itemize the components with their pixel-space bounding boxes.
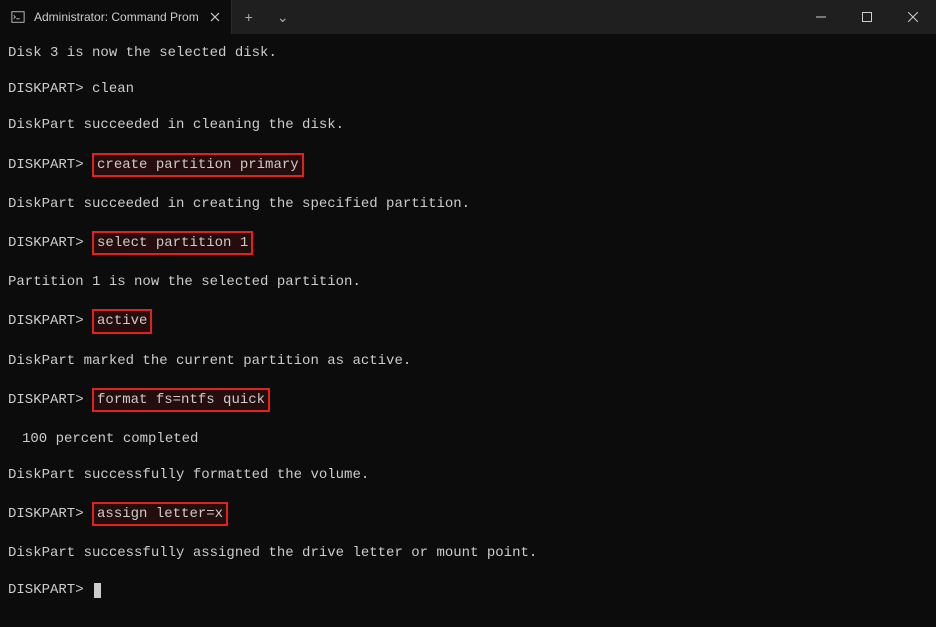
- highlighted-command: create partition primary: [92, 153, 304, 177]
- output-line: DiskPart successfully formatted the volu…: [8, 466, 928, 484]
- output-line: DiskPart successfully assigned the drive…: [8, 544, 928, 562]
- prompt: DISKPART>: [8, 235, 84, 251]
- output-line: Partition 1 is now the selected partitio…: [8, 273, 928, 291]
- tab-dropdown-button[interactable]: ⌄: [266, 0, 300, 34]
- prompt: DISKPART>: [8, 313, 84, 329]
- prompt-line: DISKPART> assign letter=x: [8, 502, 928, 526]
- window-controls: [798, 0, 936, 34]
- minimize-button[interactable]: [798, 0, 844, 34]
- prompt: DISKPART>: [8, 157, 84, 173]
- output-line: DiskPart succeeded in creating the speci…: [8, 195, 928, 213]
- highlighted-command: format fs=ntfs quick: [92, 388, 270, 412]
- output-line: Disk 3 is now the selected disk.: [8, 44, 928, 62]
- highlighted-command: select partition 1: [92, 231, 253, 255]
- command-text: clean: [84, 81, 134, 97]
- prompt-line: DISKPART> select partition 1: [8, 231, 928, 255]
- close-button[interactable]: [890, 0, 936, 34]
- window-titlebar: Administrator: Command Prom + ⌄: [0, 0, 936, 34]
- prompt: DISKPART>: [8, 582, 84, 598]
- output-line: DiskPart marked the current partition as…: [8, 352, 928, 370]
- prompt-line: DISKPART> format fs=ntfs quick: [8, 388, 928, 412]
- prompt: DISKPART>: [8, 81, 84, 97]
- text-cursor: [94, 583, 101, 598]
- prompt-line: DISKPART> active: [8, 309, 928, 333]
- active-prompt-line: DISKPART>: [8, 581, 928, 599]
- terminal-tab[interactable]: Administrator: Command Prom: [0, 0, 232, 34]
- new-tab-button[interactable]: +: [232, 0, 266, 34]
- tab-title: Administrator: Command Prom: [34, 10, 199, 24]
- tab-close-button[interactable]: [207, 9, 223, 25]
- output-line: DiskPart succeeded in cleaning the disk.: [8, 116, 928, 134]
- highlighted-command: active: [92, 309, 152, 333]
- terminal-output[interactable]: Disk 3 is now the selected disk. DISKPAR…: [0, 34, 936, 627]
- prompt: DISKPART>: [8, 506, 84, 522]
- output-line: 100 percent completed: [8, 430, 928, 448]
- prompt: DISKPART>: [8, 392, 84, 408]
- cmd-icon: [10, 9, 26, 25]
- tab-actions: + ⌄: [232, 0, 300, 34]
- maximize-button[interactable]: [844, 0, 890, 34]
- prompt-line: DISKPART> clean: [8, 80, 928, 98]
- prompt-line: DISKPART> create partition primary: [8, 153, 928, 177]
- highlighted-command: assign letter=x: [92, 502, 228, 526]
